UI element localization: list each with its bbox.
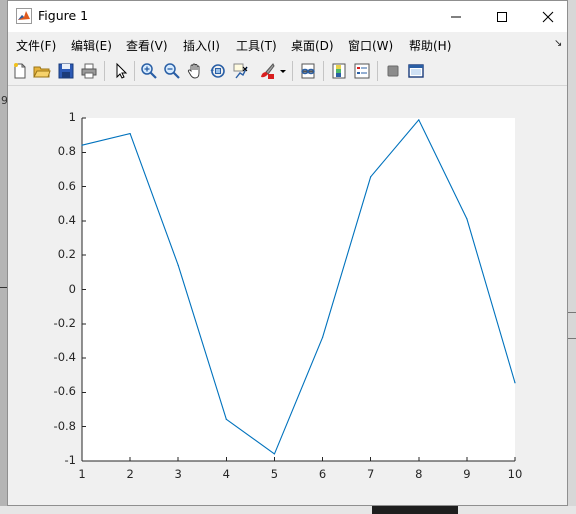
- menu-window[interactable]: 窗口(W): [348, 37, 393, 54]
- menu-view[interactable]: 查看(V): [126, 37, 168, 54]
- save-icon[interactable]: [57, 62, 75, 80]
- hide-plot-tools-icon[interactable]: [384, 62, 402, 80]
- zoom-out-icon[interactable]: [163, 62, 181, 80]
- figure-window: Figure 1 文件(F) 编辑(E) 查看(V) 插入(I) 工具(T) 桌…: [7, 0, 568, 506]
- x-tick-label: 2: [126, 467, 134, 481]
- brush-icon[interactable]: [258, 62, 276, 80]
- y-tick-label: -0.8: [53, 418, 76, 433]
- menu-edit[interactable]: 编辑(E): [71, 37, 112, 54]
- maximize-button[interactable]: [479, 1, 525, 32]
- x-tick-label: 10: [507, 467, 523, 481]
- y-tick-label: 0.8: [57, 144, 76, 159]
- y-tick-label: 1: [68, 110, 76, 124]
- data-point[interactable]: [370, 176, 372, 178]
- x-tick-label: 1: [78, 467, 86, 481]
- background-window-edge-right: [568, 0, 576, 514]
- show-plot-tools-icon[interactable]: [407, 62, 425, 80]
- x-tick-label: 7: [366, 467, 375, 481]
- plot-canvas[interactable]: 1 0.8 0.6 0.4 0.2 0 -0.2 -0.4 -0.6 -0.8 -1 1 2 3 4 5 6 7 8…: [8, 86, 567, 505]
- toolbar-separator: [134, 61, 135, 81]
- legend-icon[interactable]: [353, 62, 371, 80]
- brush-dropdown-icon[interactable]: [278, 62, 288, 80]
- y-tick-label: -1: [64, 453, 76, 467]
- minimize-icon: [451, 16, 461, 17]
- line-chart[interactable]: [8, 86, 567, 505]
- menu-file[interactable]: 文件(F): [16, 37, 56, 54]
- data-point[interactable]: [321, 336, 324, 339]
- colorbar-icon[interactable]: [330, 62, 348, 80]
- x-tick-label: 6: [318, 467, 327, 481]
- data-point[interactable]: [81, 144, 83, 146]
- x-tick-label: 3: [174, 467, 182, 481]
- figure-toolbar: [8, 57, 567, 86]
- toolbar-separator: [104, 61, 105, 81]
- close-button[interactable]: [525, 1, 571, 32]
- y-tick-label: -0.2: [53, 315, 76, 330]
- title-bar[interactable]: Figure 1: [8, 1, 567, 32]
- data-point[interactable]: [177, 264, 179, 266]
- minimize-button[interactable]: [433, 1, 479, 32]
- menu-tools[interactable]: 工具(T): [236, 37, 277, 54]
- background-window-edge-bottom: [0, 506, 576, 514]
- data-point[interactable]: [273, 453, 276, 455]
- y-tick-label: 0.6: [57, 178, 76, 193]
- background-divider: [568, 338, 576, 339]
- maximize-icon: [497, 11, 507, 22]
- new-figure-icon[interactable]: [11, 62, 29, 80]
- window-title: Figure 1: [38, 8, 89, 23]
- close-icon: [542, 11, 554, 22]
- link-plot-icon[interactable]: [299, 62, 317, 80]
- y-tick-label: 0.2: [57, 247, 76, 262]
- data-cursor-icon[interactable]: [232, 62, 250, 80]
- background-divider: [568, 312, 576, 313]
- toolbar-separator: [377, 61, 378, 81]
- menu-desktop[interactable]: 桌面(D): [291, 37, 334, 54]
- y-tick-label: 0.4: [57, 212, 76, 227]
- y-tick-label: -0.6: [53, 384, 76, 399]
- x-tick-label: 5: [270, 467, 279, 481]
- edit-plot-arrow-icon[interactable]: [111, 62, 129, 80]
- axes-background: [82, 118, 515, 461]
- open-file-icon[interactable]: [33, 62, 51, 80]
- menu-help[interactable]: 帮助(H): [409, 37, 451, 54]
- background-dark-panel: [372, 506, 458, 514]
- menu-insert[interactable]: 插入(I): [183, 37, 220, 54]
- toolbar-separator: [323, 61, 324, 81]
- x-tick-label: 8: [415, 467, 423, 481]
- zoom-in-icon[interactable]: [140, 62, 158, 80]
- matlab-icon: [16, 8, 32, 24]
- data-point[interactable]: [225, 418, 227, 420]
- data-point[interactable]: [418, 119, 420, 121]
- toolbar-separator: [292, 61, 293, 81]
- print-icon[interactable]: [80, 62, 98, 80]
- menu-bar: 文件(F) 编辑(E) 查看(V) 插入(I) 工具(T) 桌面(D) 窗口(W…: [8, 32, 567, 57]
- x-tick-label: 9: [463, 467, 471, 481]
- rotate-3d-icon[interactable]: [209, 62, 227, 80]
- x-tick-label: 4: [222, 467, 230, 481]
- y-tick-label: 0: [68, 281, 76, 296]
- data-point[interactable]: [466, 218, 468, 220]
- data-point[interactable]: [129, 132, 131, 135]
- data-point[interactable]: [514, 382, 516, 384]
- y-tick-label: -0.4: [53, 350, 76, 365]
- pan-hand-icon[interactable]: [186, 62, 204, 80]
- menu-pin-icon[interactable]: ↘: [554, 38, 562, 49]
